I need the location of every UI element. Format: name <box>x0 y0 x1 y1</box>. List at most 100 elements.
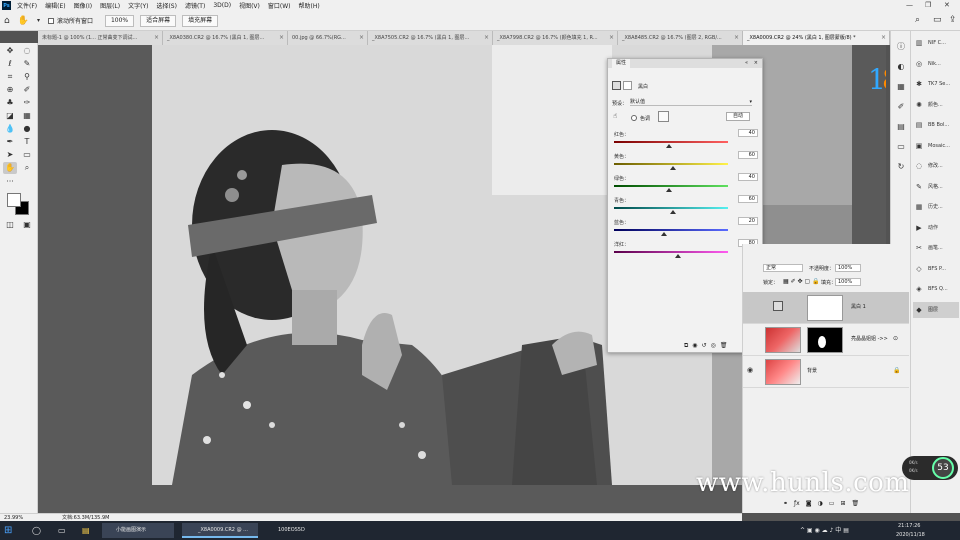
reset-icon[interactable]: ↺ <box>702 342 707 350</box>
timeline-icon[interactable]: ▭ <box>895 141 907 153</box>
layer-row-bw-adjustment[interactable]: ◉ 黑白 1 <box>743 292 909 324</box>
more-tools-icon[interactable]: ··· <box>3 176 17 188</box>
new-layer-icon[interactable]: ⊞ <box>840 500 845 507</box>
slider-thumb[interactable] <box>670 166 677 170</box>
crop-tool-icon[interactable]: ⌗ <box>3 71 17 83</box>
tab-document-4[interactable]: _X8A7505.CR2 @ 16.7% (黑白 1, 图层... × <box>368 31 493 45</box>
panel-item-plugin2[interactable]: ◇ BFS P... <box>913 261 959 277</box>
tint-checkbox[interactable] <box>631 115 637 121</box>
tray-icons[interactable]: ^ ▣ ◉ ☁ ♪ 中 ▤ <box>800 523 849 538</box>
swatches-icon[interactable]: ▦ <box>895 81 907 93</box>
taskbar-app-photoshop[interactable]: _X8A0009.CR2 @ ... <box>182 523 258 538</box>
move-tool-icon[interactable]: ✥ <box>3 45 17 57</box>
targeted-adjust-hand-icon[interactable]: ☝ <box>613 112 617 120</box>
close-tab-icon[interactable]: × <box>609 31 614 45</box>
close-window-button[interactable]: ✕ <box>944 1 950 9</box>
workspace-icon[interactable]: ▭ <box>933 15 942 25</box>
slider-track[interactable] <box>614 207 728 209</box>
panel-item-history[interactable]: ▦ 历史... <box>913 199 959 215</box>
slider-track[interactable] <box>614 163 728 165</box>
delete-icon[interactable]: 🗑 <box>720 342 728 350</box>
panel-item-histogram[interactable]: ▥ NIF C... <box>913 35 959 51</box>
layer-thumbnail[interactable] <box>765 327 801 353</box>
tab-document-1[interactable]: 未标题-1 @ 100% (1... 正常曲变下调试... × <box>38 31 163 45</box>
zoom-tool-icon[interactable]: ⌕ <box>20 162 34 174</box>
layer-name[interactable]: 亮晶晶姐姐 ->> <box>851 335 888 342</box>
close-tab-icon[interactable]: × <box>484 31 489 45</box>
menu-3d[interactable]: 3D(D) <box>213 2 231 9</box>
quick-mask-icon[interactable]: ◫ <box>3 219 17 231</box>
add-mask-icon[interactable]: ◙ <box>806 500 812 507</box>
clone-stamp-tool-icon[interactable]: ♣ <box>3 97 17 109</box>
home-icon[interactable]: ⌂ <box>4 16 10 26</box>
auto-button[interactable]: 自动 <box>726 112 750 121</box>
history-brush-tool-icon[interactable]: ✑ <box>20 97 34 109</box>
healing-tool-icon[interactable]: ⊕ <box>3 84 17 96</box>
view-previous-icon[interactable]: ◉ <box>692 342 697 350</box>
slider-value-input[interactable]: 40 <box>738 173 758 181</box>
link-layers-icon[interactable]: ⚭ <box>783 500 788 507</box>
panel-item-layers[interactable]: ◆ 图层 <box>913 301 959 318</box>
collapse-icon[interactable]: « <box>745 59 748 68</box>
slider-value-input[interactable]: 60 <box>738 151 758 159</box>
search-icon[interactable]: ⌕ <box>915 15 920 25</box>
new-group-icon[interactable]: ▭ <box>829 500 835 507</box>
type-tool-icon[interactable]: T <box>20 136 34 148</box>
panel-item-book[interactable]: ▤ BB Bol... <box>913 117 959 133</box>
slider-thumb[interactable] <box>665 144 672 148</box>
tab-document-3[interactable]: 00.jpg @ 66.7%(RG... × <box>288 31 368 45</box>
visibility-eye-icon[interactable]: ◉ <box>747 334 753 342</box>
slider-track[interactable] <box>614 141 728 143</box>
fx-icon[interactable]: ƒx <box>794 500 800 507</box>
blur-tool-icon[interactable]: 💧 <box>3 123 17 135</box>
start-button-icon[interactable]: ⊞ <box>4 523 18 538</box>
foreground-color-swatch[interactable] <box>7 193 21 207</box>
panel-item-plugin3[interactable]: ◈ BFS Q... <box>913 281 959 297</box>
chevron-down-icon[interactable]: ▾ <box>37 17 40 24</box>
task-view-icon[interactable]: ▭ <box>58 523 70 538</box>
mask-icon[interactable] <box>623 81 632 90</box>
library-icon[interactable]: ▤ <box>895 121 907 133</box>
panel-item-brush[interactable]: ✂ 画笔... <box>913 240 959 256</box>
layer-name[interactable]: 背景 <box>807 367 817 374</box>
panel-item-circle[interactable]: ◌ 修改... <box>913 158 959 174</box>
fill-input[interactable]: 100% <box>835 278 861 286</box>
screen-mode-icon[interactable]: ▣ <box>20 219 34 231</box>
menu-select[interactable]: 选择(S) <box>156 1 177 10</box>
tab-document-active[interactable]: _X8A0009.CR2 @ 24% (黑白 1, 图层蒙版/8) * × <box>743 31 890 45</box>
zoom-100-button[interactable]: 100% <box>104 14 135 27</box>
taskbar-app-folder[interactable]: 100EOS5D <box>262 523 332 538</box>
brush-settings-icon[interactable]: ✐ <box>895 101 907 113</box>
close-tab-icon[interactable]: × <box>881 31 886 45</box>
color-icon[interactable]: ◐ <box>895 61 907 73</box>
path-select-tool-icon[interactable]: ➤ <box>3 149 17 161</box>
marquee-tool-icon[interactable]: ◌ <box>20 45 34 57</box>
dodge-tool-icon[interactable]: ● <box>20 123 34 135</box>
panel-item-style[interactable]: ✎ 风格... <box>913 179 959 195</box>
tab-document-2[interactable]: _X8A0380.CR2 @ 16.7% (黑白 1, 图层... × <box>163 31 288 45</box>
menu-help[interactable]: 帮助(H) <box>299 1 320 10</box>
visibility-eye-icon[interactable]: ◉ <box>747 366 753 374</box>
search-icon[interactable]: ◯ <box>32 523 44 538</box>
delete-layer-icon[interactable]: 🗑 <box>851 500 859 507</box>
taskbar-date[interactable]: 2020/11/18 <box>896 530 925 540</box>
menu-filter[interactable]: 滤镜(T) <box>185 1 205 10</box>
preset-dropdown[interactable]: 默认值 ▾ <box>630 98 752 106</box>
panel-item-play[interactable]: ▶ 动作 <box>913 220 959 236</box>
maximize-button[interactable]: ❐ <box>925 1 931 9</box>
panel-item-plugin[interactable]: ✱ TK7 Se... <box>913 76 959 92</box>
menu-window[interactable]: 窗口(W) <box>268 1 291 10</box>
menu-edit[interactable]: 编辑(E) <box>45 1 65 10</box>
lock-icons[interactable]: ▦ ✐ ✥ ▢ 🔒 <box>783 278 820 285</box>
slider-value-input[interactable]: 40 <box>738 129 758 137</box>
pen-tool-icon[interactable]: ✒ <box>3 136 17 148</box>
tint-color-swatch[interactable] <box>658 111 669 122</box>
hand-tool-icon[interactable]: ✋ <box>18 16 29 26</box>
slider-track[interactable] <box>614 185 728 187</box>
shape-tool-icon[interactable]: ▭ <box>20 149 34 161</box>
refresh-icon[interactable]: ↻ <box>895 161 907 173</box>
close-tab-icon[interactable]: × <box>359 31 364 45</box>
minimize-button[interactable]: — <box>906 1 913 9</box>
close-tab-icon[interactable]: × <box>279 31 284 45</box>
blend-mode-dropdown[interactable]: 正常 <box>763 264 803 272</box>
